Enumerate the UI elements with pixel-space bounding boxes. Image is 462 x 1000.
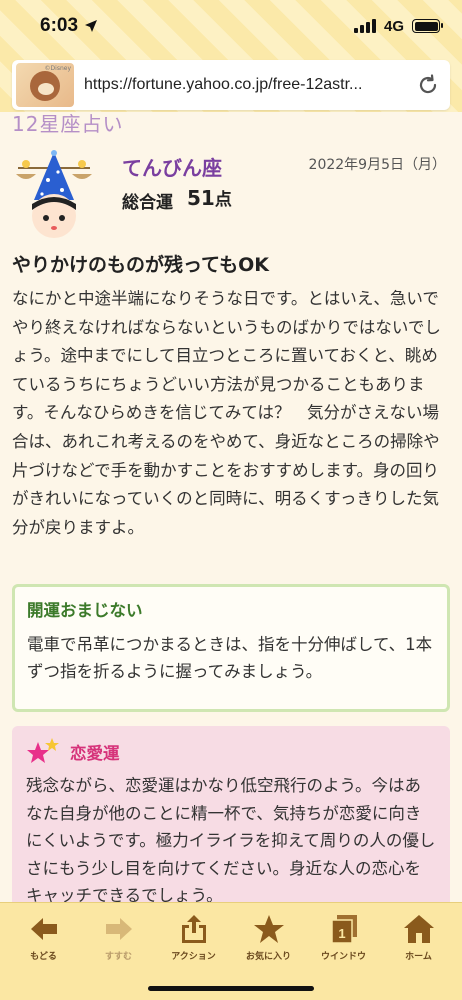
status-time: 6:03: [40, 15, 98, 37]
svg-text:1: 1: [338, 926, 345, 941]
sign-header: てんびん座 2022年9月5日（月） 総合運 51点: [12, 150, 452, 242]
status-indicators: 4G: [353, 17, 443, 35]
url-text[interactable]: https://fortune.yahoo.co.jp/free-12astr.…: [84, 76, 416, 94]
home-icon: [403, 915, 434, 943]
love-luck-header: 恋愛運: [26, 736, 436, 768]
network-type: 4G: [383, 17, 404, 35]
back-arrow-icon: [30, 918, 57, 940]
signal-icon: [353, 19, 376, 33]
lucky-charm-title: 開運おまじない: [27, 601, 143, 620]
lucky-charm-box: 開運おまじない 電車で吊革につかまるときは、指を十分伸ばして、1本ずつ指を折るよ…: [12, 584, 450, 712]
window-tabs-icon: 1: [330, 915, 357, 944]
sparkle-star-icon: [27, 738, 59, 763]
lucky-charm-text: 電車で吊革につかまるときは、指を十分伸ばして、1本ずつ指を折るように握ってみまし…: [27, 635, 433, 681]
fortune-date: 2022年9月5日（月）: [308, 157, 446, 173]
fortune-headline: やりかけのものが残ってもOK: [12, 254, 269, 276]
sign-name: てんびん座: [122, 156, 222, 180]
overall-luck-label: 総合運: [122, 193, 173, 213]
action-button[interactable]: アクション: [159, 913, 229, 962]
favorites-button[interactable]: お気に入り: [234, 913, 304, 962]
window-button[interactable]: 1 ウインドウ: [309, 913, 379, 962]
love-luck-box: 恋愛運 残念ながら、恋愛運はかなり低空飛行のよう。今はあなた自身が他のことに精一…: [12, 726, 450, 902]
site-thumbnail: ©Disney: [16, 63, 74, 107]
location-arrow-icon: [85, 20, 98, 32]
section-heading: 12星座占い: [12, 112, 124, 136]
overall-luck-score: 51点: [187, 186, 232, 210]
star-icon: [253, 915, 284, 943]
battery-icon: [412, 19, 443, 33]
love-luck-title: 恋愛運: [70, 744, 120, 763]
fortune-body: なにかと中途半端になりそうな日です。とはいえ、急いでやり終えなければならないとい…: [12, 289, 441, 537]
love-luck-text: 残念ながら、恋愛運はかなり低空飛行のよう。今はあなた自身が他のことに精一杯で、気…: [26, 776, 436, 902]
home-button[interactable]: ホーム: [384, 913, 454, 962]
share-icon: [181, 915, 206, 943]
forward-arrow-icon: [105, 918, 132, 940]
home-indicator[interactable]: [148, 986, 314, 991]
status-bar: 6:03 4G: [0, 0, 462, 52]
page-content: 12星座占い てんびん座 2022年9月5日（月） 総合運 51点 やりかけのも…: [0, 112, 462, 902]
forward-button[interactable]: すすむ: [84, 913, 154, 962]
reload-icon[interactable]: [416, 73, 440, 97]
libra-character-icon: [16, 150, 92, 238]
url-bar[interactable]: ©Disney https://fortune.yahoo.co.jp/free…: [12, 60, 450, 110]
back-button[interactable]: もどる: [9, 913, 79, 962]
